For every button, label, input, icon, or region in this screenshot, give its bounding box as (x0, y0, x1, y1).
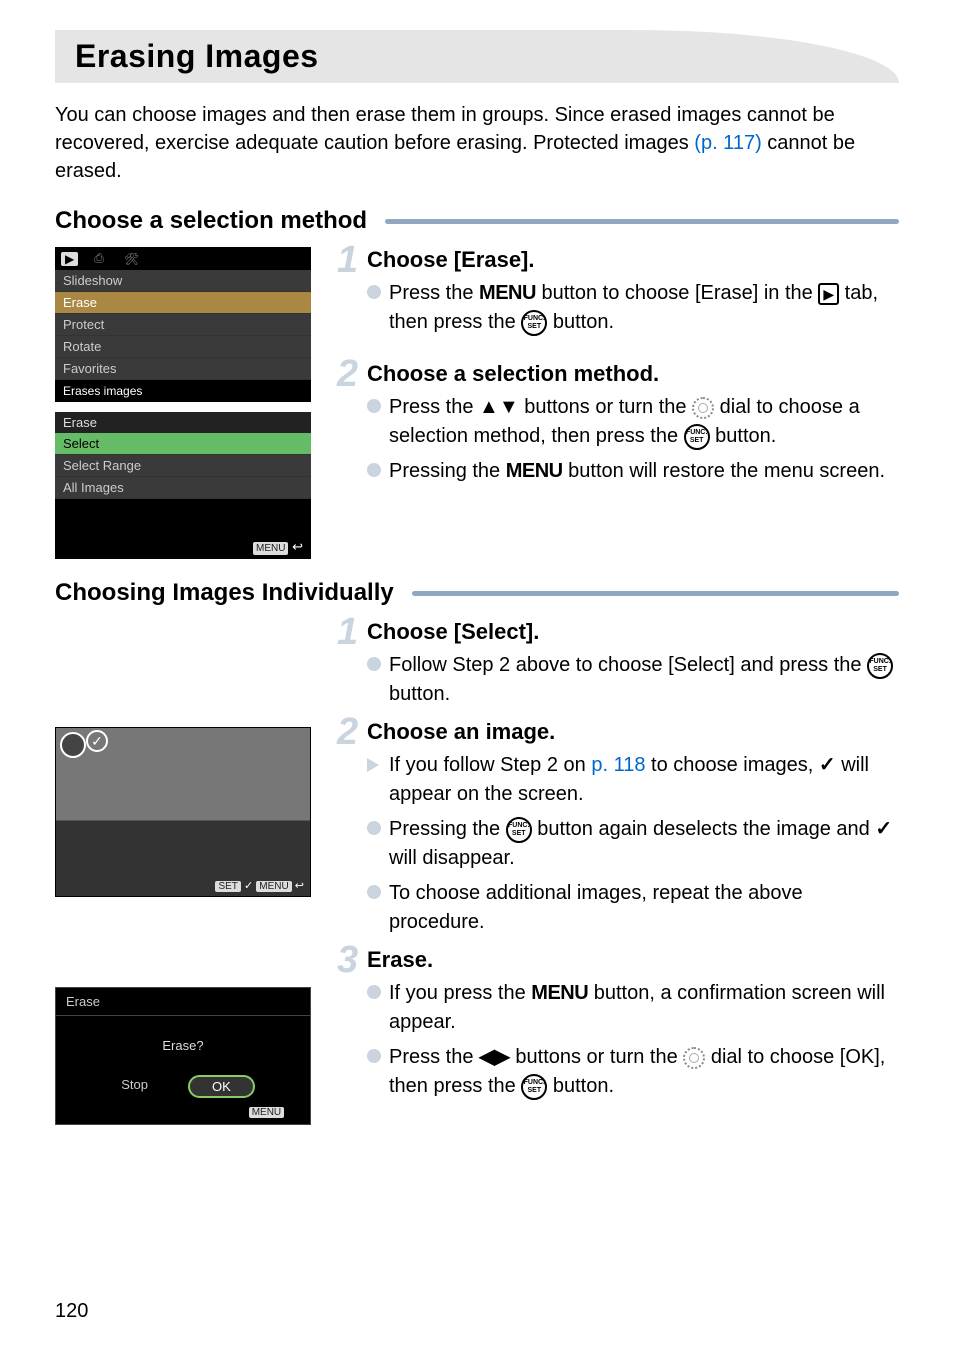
step-b1: 1 Choose [Select]. Follow Step 2 above t… (367, 619, 899, 709)
section-b-header: Choosing Images Individually (55, 579, 899, 607)
menu1-item: Favorites (55, 358, 311, 380)
control-dial-icon (683, 1047, 705, 1069)
intro-link[interactable]: (p. 117) (694, 132, 761, 154)
menu1-item: Rotate (55, 336, 311, 358)
control-dial-icon (692, 397, 714, 419)
triangle-bullet-icon (367, 758, 379, 772)
func-set-icon: FUNC.SET (506, 817, 532, 843)
step-a1-title: Choose [Erase]. (367, 247, 899, 273)
func-set-icon: FUNC.SET (521, 1074, 547, 1100)
section-a-header: Choose a selection method (55, 207, 899, 235)
page-link[interactable]: p. 118 (591, 754, 645, 776)
bullet-icon (367, 985, 381, 999)
trash-badge-icon (60, 732, 86, 758)
bullet-icon (367, 885, 381, 899)
menu2-item: Select Range (55, 455, 311, 477)
check-icon: ✓ (875, 818, 892, 840)
menu-screenshot-2: Erase Select Select Range All Images MEN… (55, 412, 311, 559)
step-b3: 3 Erase. If you press the MENU button, a… (367, 947, 899, 1101)
play-tab-icon: ▶ (61, 252, 78, 266)
menu2-header: Erase (55, 412, 311, 433)
menu-button-word: MENU (506, 460, 563, 482)
step-b2: 2 Choose an image. If you follow Step 2 … (367, 719, 899, 937)
bullet-icon (367, 399, 381, 413)
section-b-title: Choosing Images Individually (55, 579, 394, 607)
menu2-item: All Images (55, 477, 311, 499)
func-set-icon: FUNC.SET (867, 653, 893, 679)
step-b1-title: Choose [Select]. (367, 619, 899, 645)
image-select-screenshot: ✓ SET ✓ MENU ↩ (55, 727, 311, 897)
step-a2-bullet-1: Press the ▲▼ buttons or turn the dial to… (367, 393, 899, 451)
func-set-icon: FUNC.SET (521, 310, 547, 336)
step-b1-bullet: Follow Step 2 above to choose [Select] a… (367, 651, 899, 709)
step-number: 3 (337, 939, 358, 982)
set-label: SET (215, 881, 240, 892)
step-a1-bullet: Press the MENU button to choose [Erase] … (367, 279, 899, 337)
menu-button-word: MENU (531, 982, 588, 1004)
menu1-help: Erases images (55, 380, 311, 402)
confirm-stop-btn: Stop (111, 1075, 158, 1098)
selection-check-icon: ✓ (86, 730, 108, 752)
page-number: 120 (55, 1300, 88, 1323)
menu1-item-selected: Erase (55, 292, 311, 314)
confirm-question: Erase? (56, 1016, 310, 1071)
step-b3-title: Erase. (367, 947, 899, 973)
bullet-icon (367, 463, 381, 477)
menu1-item: Protect (55, 314, 311, 336)
section-a-title: Choose a selection method (55, 207, 367, 235)
step-b2-bullet-1: If you follow Step 2 on p. 118 to choose… (367, 751, 899, 809)
menu1-item: Slideshow (55, 270, 311, 292)
left-right-icon: ◀▶ (479, 1046, 510, 1068)
step-b3-bullet-2: Press the ◀▶ buttons or turn the dial to… (367, 1043, 899, 1101)
up-down-icon: ▲▼ (479, 396, 519, 418)
confirm-header: Erase (56, 988, 310, 1016)
step-b2-title: Choose an image. (367, 719, 899, 745)
step-a2: 2 Choose a selection method. Press the ▲… (367, 361, 899, 486)
page-title-banner: Erasing Images (55, 30, 899, 83)
page-title: Erasing Images (75, 38, 879, 75)
func-set-icon: FUNC.SET (684, 424, 710, 450)
step-number: 1 (337, 239, 358, 282)
return-icon: ↩ (292, 539, 303, 554)
step-number: 1 (337, 611, 358, 654)
menu-button-word: MENU (479, 282, 536, 304)
check-icon: ✓ (819, 754, 836, 776)
return-icon: ↩ (295, 880, 304, 892)
step-number: 2 (337, 711, 358, 754)
step-number: 2 (337, 353, 358, 396)
step-b2-bullet-2: Pressing the FUNC.SET button again desel… (367, 815, 899, 873)
intro-paragraph: You can choose images and then erase the… (55, 101, 899, 185)
bullet-icon (367, 657, 381, 671)
print-tab-icon: ⎙ (90, 251, 108, 266)
play-tab-icon: ▶ (818, 283, 839, 305)
menu-screenshot-1: ▶ ⎙ 🛠 Slideshow Erase Protect Rotate Fav… (55, 247, 311, 402)
bullet-icon (367, 821, 381, 835)
section-rule (412, 591, 899, 596)
tools-tab-icon: 🛠 (120, 252, 143, 266)
menu-label: MENU (256, 881, 291, 892)
check-icon: ✓ (244, 880, 253, 892)
section-rule (385, 219, 899, 224)
erase-confirm-screenshot: Erase Erase? Stop OK MENU ↩ (55, 987, 311, 1125)
menu2-item-selected: Select (55, 433, 311, 455)
step-b2-bullet-3: To choose additional images, repeat the … (367, 879, 899, 937)
confirm-footer-btn: MENU (249, 1107, 284, 1118)
step-a2-bullet-2: Pressing the MENU button will restore th… (367, 457, 899, 486)
step-a1: 1 Choose [Erase]. Press the MENU button … (367, 247, 899, 337)
confirm-ok-btn: OK (188, 1075, 255, 1098)
return-icon: ↩ (289, 1102, 302, 1119)
bullet-icon (367, 1049, 381, 1063)
step-a2-title: Choose a selection method. (367, 361, 899, 387)
bullet-icon (367, 285, 381, 299)
step-b3-bullet-1: If you press the MENU button, a confirma… (367, 979, 899, 1037)
menu2-footer-btn: MENU (253, 542, 288, 555)
